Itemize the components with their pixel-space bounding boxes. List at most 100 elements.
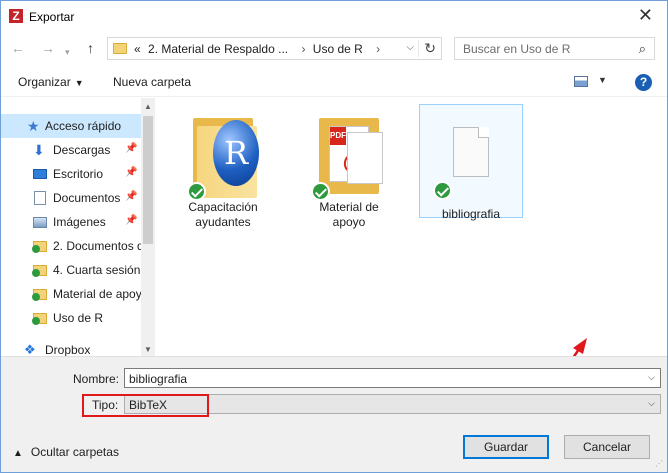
sync-check-icon [311, 182, 330, 201]
sidebar-item-dropbox[interactable]: ❖ Dropbox [1, 338, 141, 357]
name-label: Nombre: [73, 372, 120, 386]
folder-thumbnail: R [183, 112, 263, 201]
sidebar-item-descargas[interactable]: ⬇ Descargas 📌 [1, 138, 141, 162]
caret-down-icon: ▼ [74, 78, 84, 88]
sidebar-item-imagenes[interactable]: Imágenes 📌 [1, 210, 141, 234]
pdf-page-icon [347, 132, 383, 184]
view-options-icon[interactable] [574, 76, 588, 87]
sidebar-item-acceso-rapido[interactable]: ★ Acceso rápido [1, 114, 141, 138]
sidebar-item-label: Escritorio [53, 167, 104, 181]
file-name: Material de apoyo [319, 200, 379, 229]
sidebar-item-uso-de-r[interactable]: Uso de R [1, 306, 141, 330]
list-item-capacitacion-ayudantes[interactable]: R Capacitación ayudantes [171, 112, 275, 230]
export-dialog: Z Exportar ✕ ← → ▾ ↑ « 2. Material de Re… [0, 0, 668, 473]
sidebar-item-label: Material de apoyo [53, 287, 141, 301]
desktop-icon [33, 169, 47, 179]
chevron-down-icon[interactable]: ⌵ [648, 398, 655, 409]
filename-input[interactable]: bibliografia ⌵ [124, 368, 661, 388]
scroll-up-icon[interactable]: ▲ [144, 102, 152, 111]
sync-check-icon [433, 181, 452, 200]
address-dropdown-icon[interactable]: ⌵ [406, 42, 414, 53]
new-folder-button[interactable]: Nueva carpeta [113, 75, 191, 89]
sidebar-item-label: Uso de R [53, 311, 104, 325]
sidebar-item-label: Acceso rápido [45, 119, 122, 133]
title-bar: Z Exportar ✕ [1, 1, 667, 32]
folder-thumbnail: PDF [309, 112, 389, 201]
resize-grip-icon[interactable]: ⋰ [655, 459, 663, 468]
sidebar-item-label: Documentos [53, 191, 121, 205]
search-box[interactable]: Buscar en Uso de R ⌕ [454, 37, 655, 60]
forward-arrow-icon[interactable]: → [41, 40, 55, 56]
list-item-material-de-apoyo[interactable]: PDF Material de apoyo [297, 112, 401, 230]
file-name: bibliografia [441, 207, 501, 221]
window-title: Exportar [29, 10, 75, 24]
address-bar[interactable]: « 2. Material de Respaldo ... › Uso de R… [107, 37, 442, 60]
navigation-row: ← → ▾ ↑ « 2. Material de Respaldo ... › … [1, 35, 667, 63]
star-icon: ★ [27, 118, 40, 134]
sidebar-item-label: Imágenes [53, 215, 106, 229]
scrollbar-thumb[interactable] [143, 116, 153, 244]
sidebar-item-label: 4. Cuarta sesión [53, 263, 141, 277]
sidebar-item-label: 2. Documentos de [53, 239, 141, 253]
chevron-down-icon[interactable]: ⌵ [648, 372, 655, 383]
breadcrumb-item-uso-de-r[interactable]: Uso de R [313, 42, 363, 56]
file-list-pane: R Capacitación ayudantes PDF Material de a… [155, 98, 667, 395]
cancel-button[interactable]: Cancelar [564, 435, 650, 459]
list-item-bibliografia[interactable]: bibliografia [419, 104, 523, 221]
command-bar: Organizar ▼ Nueva carpeta ▼ ? [1, 67, 667, 97]
breadcrumb-separator-icon[interactable]: › [301, 42, 305, 56]
breadcrumb-separator-icon[interactable]: › [376, 42, 380, 56]
breadcrumb: « 2. Material de Respaldo ... › Uso de R… [134, 42, 384, 56]
zotero-app-icon: Z [9, 9, 23, 23]
chevron-up-icon: ▲ [13, 448, 23, 459]
scroll-down-icon[interactable]: ▼ [144, 345, 152, 354]
folder-icon [32, 313, 47, 325]
organize-button[interactable]: Organizar ▼ [18, 75, 84, 89]
hide-folders-label: Ocultar carpetas [30, 445, 119, 459]
address-divider [418, 40, 419, 57]
folder-icon [32, 265, 47, 277]
dropbox-icon: ❖ [24, 342, 36, 357]
sidebar-item-documentos-de[interactable]: 2. Documentos de [1, 234, 141, 258]
view-options-caret-icon[interactable]: ▼ [598, 75, 607, 85]
pin-icon: 📌 [125, 191, 138, 202]
folder-icon [113, 43, 127, 54]
organize-label: Organizar [18, 75, 71, 89]
search-placeholder[interactable]: Buscar en Uso de R [463, 42, 570, 56]
breadcrumb-overflow[interactable]: « [134, 42, 141, 56]
back-arrow-icon[interactable]: ← [11, 40, 25, 56]
hide-folders-toggle[interactable]: ▲ Ocultar carpetas [13, 445, 119, 459]
sidebar-item-cuarta-sesion[interactable]: 4. Cuarta sesión [1, 258, 141, 282]
folder-icon [32, 241, 47, 253]
file-name: Capacitación ayudantes [188, 200, 258, 229]
search-icon[interactable]: ⌕ [639, 41, 646, 57]
filename-value[interactable]: bibliografia [129, 372, 187, 386]
pictures-icon [33, 217, 47, 228]
sidebar-item-label: Descargas [53, 143, 111, 157]
download-icon: ⬇ [33, 142, 45, 158]
documents-icon [34, 191, 46, 205]
blank-file-icon [453, 127, 489, 177]
file-thumbnail [431, 111, 511, 200]
navigation-pane: ★ Acceso rápido ⬇ Descargas 📌 Escritorio… [1, 98, 155, 356]
sync-check-icon [187, 182, 206, 201]
close-button[interactable]: ✕ [638, 5, 653, 25]
save-button[interactable]: Guardar [463, 435, 549, 459]
breadcrumb-item-material[interactable]: 2. Material de Respaldo ... [148, 42, 288, 56]
r-logo-icon: R [213, 120, 259, 186]
up-arrow-icon[interactable]: ↑ [87, 40, 94, 56]
pin-icon: 📌 [125, 215, 138, 226]
refresh-icon[interactable]: ↻ [424, 40, 436, 57]
pdf-badge: PDF [330, 127, 346, 145]
sidebar-item-material-de-apoyo[interactable]: Material de apoyo [1, 282, 141, 306]
sidebar-item-label: Dropbox [45, 343, 91, 356]
navigation-scrollbar[interactable]: ▲ ▼ [141, 98, 155, 356]
sidebar-item-escritorio[interactable]: Escritorio 📌 [1, 162, 141, 186]
sidebar-item-documentos[interactable]: Documentos 📌 [1, 186, 141, 210]
recent-locations-chevron-icon[interactable]: ▾ [65, 44, 70, 60]
help-icon[interactable]: ? [635, 74, 652, 91]
pin-icon: 📌 [125, 143, 138, 154]
pin-icon: 📌 [125, 167, 138, 178]
folder-icon [32, 289, 47, 301]
annotation-highlight-box [82, 394, 209, 417]
